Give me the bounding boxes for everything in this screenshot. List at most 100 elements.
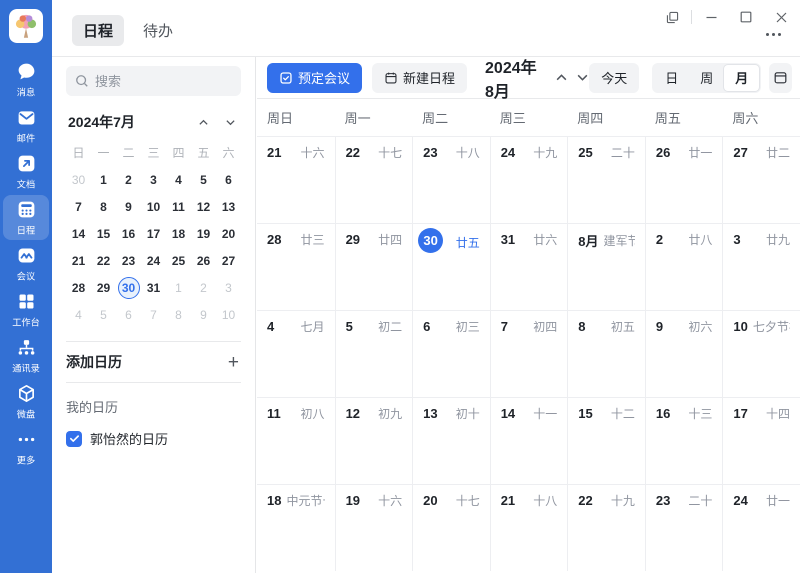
mini-day[interactable]: 16 [116,220,141,247]
mini-day[interactable]: 7 [141,301,166,328]
day-cell[interactable]: 4七月 [257,310,335,397]
mini-day[interactable]: 10 [216,301,241,328]
tab-todo[interactable]: 待办 [132,15,184,46]
day-cell[interactable]: 12初九 [335,397,413,484]
mini-day[interactable]: 11 [166,193,191,220]
mini-next-month-icon[interactable] [221,113,239,131]
day-cell[interactable]: 8月建军节… [567,223,645,310]
mini-day[interactable]: 30 [66,166,91,193]
day-cell[interactable]: 16十三 [645,397,723,484]
sidebar-item-messages[interactable]: 消息 [3,57,49,102]
mini-day[interactable]: 29 [91,274,116,301]
mini-day[interactable]: 6 [216,166,241,193]
mini-day[interactable]: 28 [66,274,91,301]
day-cell[interactable]: 15十二 [567,397,645,484]
sidebar-item-contacts[interactable]: 通讯录 [3,333,49,378]
book-meeting-button[interactable]: 预定会议 [267,63,362,93]
day-cell[interactable]: 29廿四 [335,223,413,310]
mini-day[interactable]: 2 [116,166,141,193]
mini-day[interactable]: 3 [216,274,241,301]
search-input[interactable] [95,74,225,89]
sidebar-item-mail[interactable]: 邮件 [3,103,49,148]
mini-day[interactable]: 3 [141,166,166,193]
mini-day[interactable]: 8 [91,193,116,220]
sidebar-item-more[interactable]: 更多 [3,425,49,470]
day-cell[interactable]: 22十九 [567,484,645,571]
day-cell[interactable]: 24十九 [490,136,568,223]
day-cell[interactable]: 10七夕节初… [722,310,800,397]
mini-day[interactable]: 5 [91,301,116,328]
view-week[interactable]: 周 [689,65,724,91]
day-cell[interactable]: 25二十 [567,136,645,223]
mini-prev-month-icon[interactable] [194,113,212,131]
day-cell[interactable]: 7初四 [490,310,568,397]
layout-toggle-button[interactable] [769,63,792,93]
mini-day[interactable]: 5 [191,166,216,193]
day-cell[interactable]: 18中元节十… [257,484,335,571]
day-cell[interactable]: 19十六 [335,484,413,571]
close-icon[interactable] [772,8,790,26]
minimize-icon[interactable] [702,8,720,26]
search-box[interactable] [66,66,241,96]
day-cell[interactable]: 30廿五 [412,223,490,310]
sidebar-item-drive[interactable]: 微盘 [3,379,49,424]
day-cell[interactable]: 31廿六 [490,223,568,310]
mini-day[interactable]: 4 [166,166,191,193]
new-window-icon[interactable] [663,8,681,26]
mini-day[interactable]: 9 [116,193,141,220]
calendar-checkbox[interactable] [66,431,82,447]
next-month-icon[interactable] [576,70,589,86]
mini-day[interactable]: 22 [91,247,116,274]
maximize-icon[interactable] [737,8,755,26]
mini-day[interactable]: 19 [191,220,216,247]
day-cell[interactable]: 28廿三 [257,223,335,310]
mini-day[interactable]: 6 [116,301,141,328]
mini-day[interactable]: 12 [191,193,216,220]
mini-day[interactable]: 1 [166,274,191,301]
mini-day[interactable]: 25 [166,247,191,274]
day-cell[interactable]: 24廿一 [722,484,800,571]
mini-day[interactable]: 31 [141,274,166,301]
mini-day[interactable]: 27 [216,247,241,274]
mini-day[interactable]: 21 [66,247,91,274]
day-cell[interactable]: 6初三 [412,310,490,397]
mini-day[interactable]: 20 [216,220,241,247]
view-day[interactable]: 日 [654,65,689,91]
mini-day[interactable]: 1 [91,166,116,193]
add-calendar-icon[interactable]: + [226,353,241,372]
day-cell[interactable]: 21十六 [257,136,335,223]
sidebar-item-docs[interactable]: 文档 [3,149,49,194]
mini-day[interactable]: 13 [216,193,241,220]
today-button[interactable]: 今天 [589,63,639,93]
day-cell[interactable]: 5初二 [335,310,413,397]
mini-day[interactable]: 26 [191,247,216,274]
mini-day[interactable]: 9 [191,301,216,328]
day-cell[interactable]: 11初八 [257,397,335,484]
prev-month-icon[interactable] [555,70,568,86]
day-cell[interactable]: 3廿九 [722,223,800,310]
day-cell[interactable]: 8初五 [567,310,645,397]
mini-day[interactable]: 18 [166,220,191,247]
day-cell[interactable]: 9初六 [645,310,723,397]
day-cell[interactable]: 2廿八 [645,223,723,310]
mini-day[interactable]: 4 [66,301,91,328]
day-cell[interactable]: 17十四 [722,397,800,484]
mini-day[interactable]: 23 [116,247,141,274]
mini-day[interactable]: 15 [91,220,116,247]
sidebar-item-workbench[interactable]: 工作台 [3,287,49,332]
day-cell[interactable]: 23二十 [645,484,723,571]
day-cell[interactable]: 20十七 [412,484,490,571]
mini-day[interactable]: 2 [191,274,216,301]
tab-schedule[interactable]: 日程 [72,15,124,46]
day-cell[interactable]: 26廿一 [645,136,723,223]
day-cell[interactable]: 21十八 [490,484,568,571]
mini-day[interactable]: 8 [166,301,191,328]
day-cell[interactable]: 22十七 [335,136,413,223]
mini-day[interactable]: 30 [118,277,140,299]
day-cell[interactable]: 23十八 [412,136,490,223]
mini-day[interactable]: 10 [141,193,166,220]
mini-day[interactable]: 17 [141,220,166,247]
day-cell[interactable]: 14十一 [490,397,568,484]
mini-day[interactable]: 7 [66,193,91,220]
avatar[interactable] [9,9,43,43]
